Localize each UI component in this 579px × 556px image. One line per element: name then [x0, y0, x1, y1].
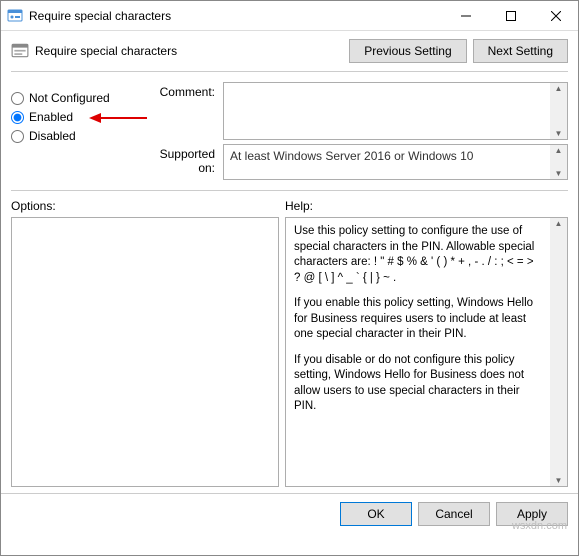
scroll-down-icon[interactable]: ▼ [550, 475, 567, 486]
previous-setting-button[interactable]: Previous Setting [349, 39, 466, 63]
ok-button[interactable]: OK [340, 502, 412, 526]
scrollbar[interactable]: ▲ ▼ [550, 145, 567, 179]
options-panel [11, 217, 279, 487]
callout-arrow-icon [89, 112, 147, 124]
not-configured-label[interactable]: Not Configured [29, 91, 110, 105]
scroll-up-icon[interactable]: ▲ [550, 145, 567, 156]
scroll-up-icon[interactable]: ▲ [550, 83, 567, 94]
supported-on-box: At least Windows Server 2016 or Windows … [223, 144, 568, 180]
scrollbar[interactable]: ▲ ▼ [550, 83, 567, 139]
scrollbar[interactable]: ▲ ▼ [550, 218, 567, 486]
help-panel: Use this policy setting to configure the… [285, 217, 568, 487]
help-label: Help: [285, 199, 568, 213]
supported-on-text: At least Windows Server 2016 or Windows … [224, 145, 550, 179]
policy-item-icon [11, 42, 29, 60]
close-button[interactable] [533, 1, 578, 31]
title-bar: Require special characters [1, 1, 578, 31]
enabled-label[interactable]: Enabled [29, 110, 73, 124]
comment-label: Comment: [141, 82, 223, 140]
disabled-radio[interactable] [11, 130, 24, 143]
disabled-label[interactable]: Disabled [29, 129, 76, 143]
scroll-down-icon[interactable]: ▼ [550, 128, 567, 139]
maximize-button[interactable] [488, 1, 533, 31]
state-radio-group: Not Configured Enabled Disabled [11, 82, 141, 184]
options-label: Options: [11, 199, 279, 213]
dialog-footer: OK Cancel Apply [1, 493, 578, 534]
minimize-button[interactable] [443, 1, 488, 31]
next-setting-button[interactable]: Next Setting [473, 39, 568, 63]
help-text: Use this policy setting to configure the… [286, 218, 550, 486]
apply-button[interactable]: Apply [496, 502, 568, 526]
policy-header: Require special characters Previous Sett… [11, 39, 568, 72]
window-title: Require special characters [29, 9, 443, 23]
comment-textarea[interactable]: ▲ ▼ [223, 82, 568, 140]
not-configured-radio[interactable] [11, 92, 24, 105]
scroll-up-icon[interactable]: ▲ [550, 218, 567, 229]
cancel-button[interactable]: Cancel [418, 502, 490, 526]
policy-name: Require special characters [35, 44, 343, 58]
policy-icon [7, 8, 23, 24]
supported-label: Supported on: [141, 144, 223, 180]
enabled-radio[interactable] [11, 111, 24, 124]
scroll-down-icon[interactable]: ▼ [550, 168, 567, 179]
